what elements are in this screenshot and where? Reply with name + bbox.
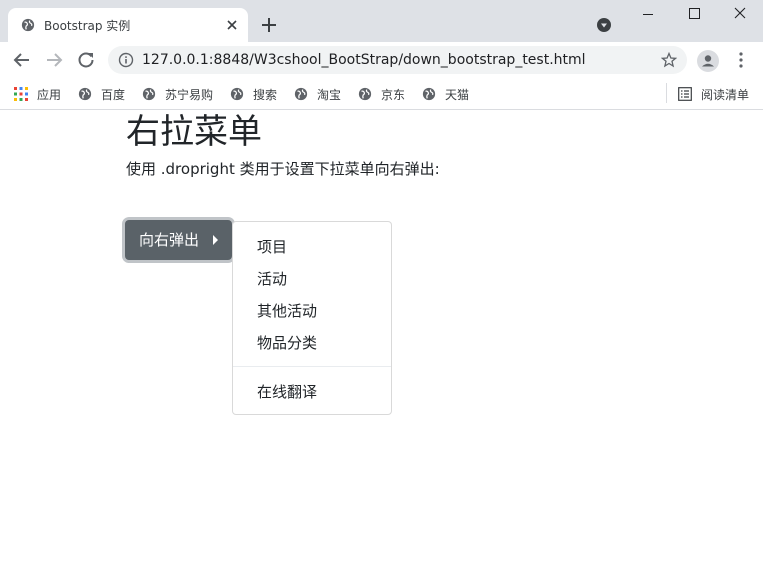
- close-tab-icon[interactable]: [226, 19, 238, 31]
- browser-toolbar: 127.0.0.1:8848/W3cshool_BootStrap/down_b…: [0, 42, 763, 78]
- browser-tab[interactable]: Bootstrap 实例: [8, 8, 248, 42]
- globe-icon: [21, 18, 35, 32]
- dropdown-divider: [233, 366, 391, 367]
- site-info-icon[interactable]: [118, 52, 134, 68]
- dropdown-menu: 项目 活动 其他活动 物品分类 在线翻译: [232, 221, 392, 415]
- bookmark-suning[interactable]: 苏宁易购: [142, 85, 213, 103]
- bookmarks-divider: [666, 83, 667, 103]
- forward-arrow-icon[interactable]: [44, 50, 64, 70]
- window-close-icon[interactable]: [717, 0, 763, 30]
- bookmark-label: 搜索: [253, 87, 278, 102]
- globe-icon: [358, 87, 372, 101]
- bookmark-label: 天猫: [445, 87, 470, 102]
- address-bar[interactable]: 127.0.0.1:8848/W3cshool_BootStrap/down_b…: [108, 46, 687, 74]
- bookmark-label: 苏宁易购: [165, 87, 214, 102]
- back-arrow-icon[interactable]: [12, 50, 32, 70]
- bookmark-search[interactable]: 搜索: [230, 85, 277, 103]
- dropright-button-label: 向右弹出: [139, 231, 200, 249]
- bookmark-baidu[interactable]: 百度: [78, 85, 125, 103]
- bookmark-label: 百度: [101, 87, 126, 102]
- globe-icon: [230, 87, 244, 101]
- reload-icon[interactable]: [76, 50, 96, 70]
- globe-icon: [294, 87, 308, 101]
- bookmark-taobao[interactable]: 淘宝: [294, 85, 341, 103]
- reading-list-icon: [678, 87, 692, 101]
- url-text[interactable]: 127.0.0.1:8848/W3cshool_BootStrap/down_b…: [142, 52, 586, 68]
- bookmark-star-icon[interactable]: [661, 52, 677, 68]
- minimize-icon[interactable]: [625, 0, 671, 30]
- globe-icon: [142, 87, 156, 101]
- profile-avatar-icon[interactable]: [697, 50, 719, 72]
- bookmark-tmall[interactable]: 天猫: [422, 85, 469, 103]
- dropdown-item-translate[interactable]: 在线翻译: [233, 376, 391, 408]
- reading-list-label: 阅读清单: [701, 87, 750, 102]
- dropright-toggle-button[interactable]: 向右弹出: [125, 220, 232, 260]
- bookmark-jd[interactable]: 京东: [358, 85, 405, 103]
- dropdown-item[interactable]: 项目: [233, 231, 391, 263]
- bookmark-label: 京东: [381, 87, 406, 102]
- dropdown-item[interactable]: 活动: [233, 263, 391, 295]
- page-description: 使用 .dropright 类用于设置下拉菜单向右弹出:: [126, 160, 440, 178]
- new-tab-icon[interactable]: [261, 17, 277, 33]
- apps-grid-icon: [14, 87, 28, 101]
- reading-list[interactable]: 阅读清单: [678, 85, 749, 103]
- tab-search-icon[interactable]: [596, 17, 612, 33]
- dropdown-item[interactable]: 物品分类: [233, 327, 391, 359]
- bookmark-label: 淘宝: [317, 87, 342, 102]
- more-menu-icon[interactable]: [733, 51, 749, 69]
- maximize-icon[interactable]: [671, 0, 717, 30]
- bookmark-label: 应用: [37, 87, 62, 102]
- tab-title: Bootstrap 实例: [44, 19, 131, 33]
- globe-icon: [78, 87, 92, 101]
- bookmarks-bar: 应用 百度 苏宁易购 搜索 淘宝 京东 天猫 阅读清单: [0, 78, 763, 110]
- bookmark-apps[interactable]: 应用: [14, 85, 61, 103]
- page-title: 右拉菜单: [126, 112, 262, 152]
- tab-strip: Bootstrap 实例: [0, 0, 763, 42]
- caret-right-icon: [213, 235, 218, 245]
- globe-icon: [422, 87, 436, 101]
- dropdown-item[interactable]: 其他活动: [233, 295, 391, 327]
